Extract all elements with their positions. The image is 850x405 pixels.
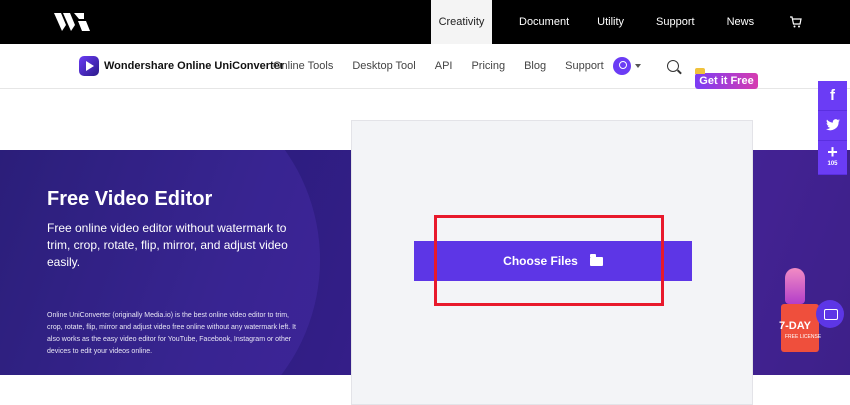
product-nav-links: Online Tools Desktop Tool API Pricing Bl…: [273, 60, 623, 72]
chevron-down-icon[interactable]: [635, 64, 641, 68]
highlight-box: [434, 215, 664, 306]
chat-icon[interactable]: [816, 300, 844, 328]
hero-description: Online UniConverter (originally Media.io…: [47, 312, 297, 355]
uniconverter-logo-icon[interactable]: [79, 56, 99, 76]
megaphone-figure-icon: [785, 268, 805, 304]
nav-pricing[interactable]: Pricing: [471, 60, 505, 72]
top-nav-creativity[interactable]: Creativity: [431, 0, 492, 44]
nav-desktop-tool[interactable]: Desktop Tool: [352, 60, 415, 72]
wondershare-logo-icon[interactable]: [54, 11, 92, 33]
top-nav-support[interactable]: Support: [646, 0, 705, 44]
search-icon[interactable]: [667, 60, 679, 72]
nav-api[interactable]: API: [435, 60, 453, 72]
top-nav-news[interactable]: News: [717, 0, 765, 44]
nav-blog[interactable]: Blog: [524, 60, 546, 72]
share-count: 105: [827, 161, 838, 167]
top-nav-document[interactable]: Document: [509, 0, 579, 44]
page-title: Free Video Editor: [47, 188, 213, 210]
promo-widget[interactable]: 7-DAY FREE LICENSE: [777, 268, 822, 353]
cart-icon[interactable]: [790, 16, 802, 28]
top-bar: Creativity Document Utility Support News: [0, 0, 850, 44]
top-nav-utility[interactable]: Utility: [587, 0, 634, 44]
promo-days: 7-DAY: [779, 320, 811, 332]
share-plus-icon[interactable]: + 105: [818, 141, 847, 175]
social-share-bar: f + 105: [818, 81, 847, 175]
user-avatar-icon[interactable]: [613, 57, 631, 75]
top-nav: Creativity Document Utility Support News: [431, 0, 764, 44]
twitter-icon[interactable]: [818, 111, 847, 141]
brand-name[interactable]: Wondershare Online UniConverter: [104, 60, 284, 72]
facebook-icon[interactable]: f: [818, 81, 847, 111]
hero-subtitle: Free online video editor without waterma…: [47, 221, 288, 269]
get-it-free-badge[interactable]: Get it Free: [695, 68, 758, 89]
promo-license: FREE LICENSE: [785, 334, 822, 340]
nav-support[interactable]: Support: [565, 60, 604, 72]
nav-online-tools[interactable]: Online Tools: [273, 60, 333, 72]
